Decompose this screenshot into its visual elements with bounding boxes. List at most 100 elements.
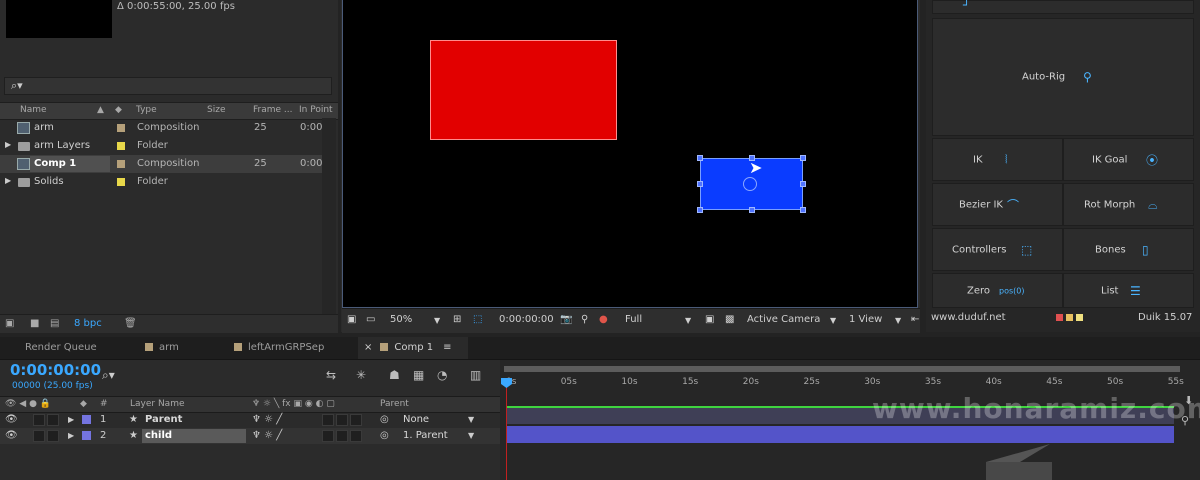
timeline-timecode[interactable]: 0:00:00:00 [10,361,101,379]
color-swatch[interactable] [1056,314,1063,321]
parent-select[interactable]: 1. Parent [403,430,448,441]
motion-blur-icon[interactable]: ◔ [437,368,447,382]
lock-toggle[interactable] [47,414,59,426]
graph-editor-icon[interactable]: ▥ [470,368,481,382]
new-folder-icon[interactable]: ■ [30,318,39,329]
column-layer-name[interactable]: Layer Name [130,399,185,409]
label-color-swatch[interactable] [117,142,125,150]
timeline-nav-icon[interactable]: ⬇ [1184,394,1193,407]
chevron-down-icon[interactable]: ▼ [434,316,440,325]
layer-bar-child[interactable] [506,426,1174,443]
composition-canvas[interactable]: ➤ [342,0,918,308]
camera-select[interactable]: Active Camera [747,314,820,325]
transparency-grid-icon[interactable]: ⬚ [473,314,482,325]
transform-handle[interactable] [800,155,806,161]
color-channels-icon[interactable]: ● [599,314,608,325]
color-swatch[interactable] [1066,314,1073,321]
tab-comp-1[interactable]: × Comp 1 ≡ [358,337,468,359]
toggle-transparency-icon[interactable]: ▩ [725,314,734,325]
layer-name[interactable]: Parent [145,414,182,425]
column-in-point[interactable]: In Point [299,105,333,115]
project-scrollbar[interactable] [322,118,336,314]
anchor-point-icon[interactable] [743,177,757,191]
switch-toggle[interactable] [322,414,334,426]
tab-menu-icon[interactable]: ≡ [443,342,451,353]
expand-arrow-icon[interactable]: ▶ [68,415,74,424]
show-snapshot-icon[interactable]: ⚲ [581,314,588,325]
composition-mini-flowchart-icon[interactable]: ⇆ [326,368,336,382]
close-icon[interactable]: × [364,342,372,353]
switch-toggle[interactable] [350,414,362,426]
zoom-select[interactable]: 50% [390,314,412,325]
current-time-indicator[interactable] [506,380,507,480]
eye-icon[interactable]: 👁 [5,414,18,425]
label-color-swatch[interactable] [117,160,125,168]
hide-shy-layers-icon[interactable]: ☗ [389,368,400,382]
layer-switches[interactable]: ♆ ☼ ╱ [252,430,282,441]
frame-blending-icon[interactable]: ▦ [413,368,424,382]
label-tag-icon[interactable]: ◆ [80,399,87,409]
solo-toggle[interactable] [33,414,45,426]
column-type[interactable]: Type [136,105,157,115]
project-item-solids[interactable]: ▶ Solids Folder [0,173,322,191]
list-button[interactable]: List ☰ [1063,273,1194,308]
viewer-timecode[interactable]: 0:00:00:00 [499,314,554,325]
label-color-swatch[interactable] [82,431,91,440]
switch-toggle[interactable] [322,430,334,442]
switch-toggle[interactable] [336,414,348,426]
snapshot-camera-icon[interactable]: 📷 [560,314,572,325]
av-switches-icon[interactable]: 👁 ◀ ● 🔒 [5,399,51,409]
transform-handle[interactable] [800,207,806,213]
view-options-icon[interactable]: ⇤ [911,314,919,325]
transform-handle[interactable] [697,181,703,187]
tab-left-arm-grp-sep[interactable]: leftArmGRPSep [234,337,324,359]
expand-arrow-icon[interactable]: ▶ [68,431,74,440]
transform-handle[interactable] [800,181,806,187]
tab-render-queue[interactable]: Render Queue [25,337,97,359]
duik-tab-icon[interactable]: ┘ [963,0,970,12]
chevron-down-icon[interactable]: ▼ [685,316,691,325]
new-composition-icon[interactable]: ▤ [50,318,59,329]
expand-arrow-icon[interactable]: ▶ [5,176,11,185]
controllers-button[interactable]: Controllers ⬚ [932,228,1063,271]
layer-switches[interactable]: ♆ ☼ ╱ [252,414,282,425]
transform-handle[interactable] [697,155,703,161]
bones-button[interactable]: Bones ▯ [1063,228,1194,271]
column-parent[interactable]: Parent [380,399,409,409]
layer-switches-icons[interactable]: ♆ ☼ ╲ fx ▣ ◉ ◐ ▢ [252,399,335,409]
switch-toggle[interactable] [336,430,348,442]
resolution-select[interactable]: Full [625,314,642,325]
project-item-arm-layers[interactable]: ▶ arm Layers Folder [0,137,322,155]
column-frame[interactable]: Frame ... [253,105,293,115]
region-of-interest-icon[interactable]: ⊞ [453,314,461,325]
chevron-down-icon[interactable]: ▼ [895,316,901,325]
label-color-swatch[interactable] [117,124,125,132]
solo-toggle[interactable] [33,430,45,442]
work-area-bar[interactable] [504,366,1180,372]
fast-previews-icon[interactable]: ▣ [705,314,714,325]
ik-button[interactable]: IK ⦚ [932,138,1063,181]
pick-whip-icon[interactable]: ◎ [380,430,389,441]
chevron-down-icon[interactable]: ▼ [468,415,474,424]
transform-handle[interactable] [749,207,755,213]
view-layout-select[interactable]: 1 View [849,314,882,325]
label-tag-icon[interactable]: ◆ [115,105,122,115]
transform-handle[interactable] [697,207,703,213]
label-color-swatch[interactable] [117,178,125,186]
switch-toggle[interactable] [350,430,362,442]
trash-icon[interactable]: 🗑 [124,318,137,329]
eye-icon[interactable]: 👁 [5,430,18,441]
monitor-icon[interactable]: ▭ [366,314,375,325]
layer-name[interactable]: child [145,430,172,441]
chevron-down-icon[interactable]: ▼ [830,316,836,325]
pick-whip-icon[interactable]: ◎ [380,414,389,425]
label-color-swatch[interactable] [82,415,91,424]
parent-select[interactable]: None [403,414,429,425]
parent-layer-shape[interactable] [430,40,617,140]
lock-toggle[interactable] [47,430,59,442]
always-preview-icon[interactable]: ▣ [347,314,356,325]
sort-up-icon[interactable]: ▲ [97,105,104,115]
duik-website-link[interactable]: www.duduf.net [931,312,1006,323]
column-name[interactable]: Name [20,105,47,115]
project-search-input[interactable]: ⌕▾ [4,77,332,95]
